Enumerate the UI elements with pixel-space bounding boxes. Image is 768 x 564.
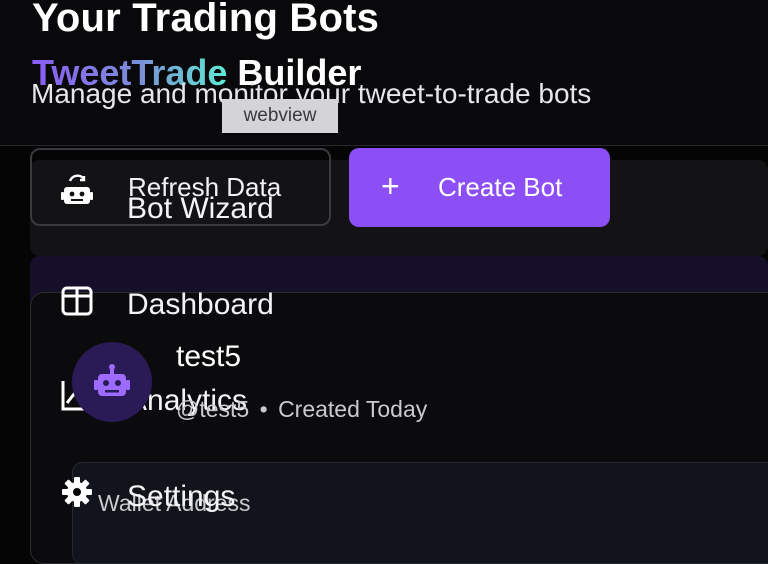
bot-avatar <box>72 342 152 422</box>
webview-tooltip: webview <box>222 99 338 133</box>
sidebar-item-settings[interactable] <box>60 475 94 514</box>
sidebar-item-dashboard[interactable] <box>60 284 94 323</box>
create-bot-label: Create Bot <box>438 172 563 202</box>
header-divider <box>0 145 768 146</box>
gear-icon <box>62 477 92 507</box>
sidebar-item-bot-wizard[interactable] <box>60 172 94 211</box>
sidebar-item-label: Bot Wizard <box>127 192 274 225</box>
bot-created: Created Today <box>278 396 428 422</box>
sidebar-item-label: Dashboard <box>127 288 274 321</box>
page-title: Your Trading Bots <box>32 0 380 40</box>
bot-name: test5 <box>176 340 242 373</box>
meta-separator: • <box>259 396 268 422</box>
robot-icon <box>61 174 93 204</box>
bot-meta: @test5 • Created Today <box>176 396 427 423</box>
bot-handle: @test5 <box>176 396 250 422</box>
sidebar-item-label: Settings <box>127 480 236 513</box>
robot-icon <box>94 364 130 396</box>
dashboard-icon <box>61 286 93 316</box>
plus-icon: + <box>381 168 400 204</box>
